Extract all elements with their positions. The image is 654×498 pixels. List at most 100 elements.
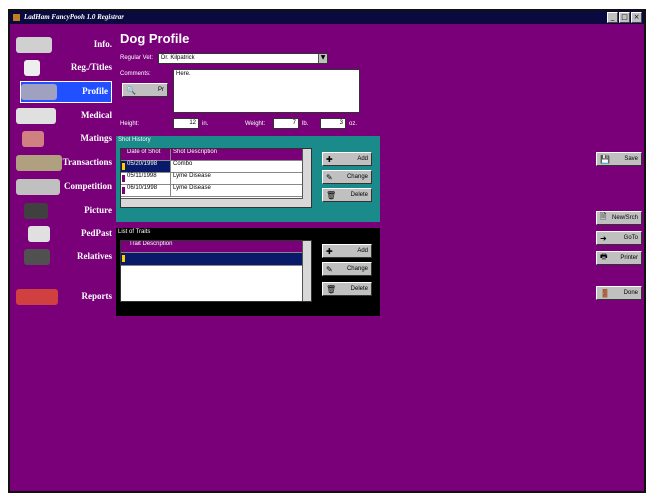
height-input[interactable]: 12 bbox=[173, 118, 199, 129]
nav-label: Reports bbox=[81, 291, 113, 301]
goto-label: GoTo bbox=[623, 235, 638, 241]
goto-button[interactable]: ➜ GoTo bbox=[596, 231, 642, 245]
print-button[interactable]: 🖶 Printer bbox=[596, 251, 642, 265]
close-button[interactable]: × bbox=[631, 12, 642, 23]
nav-label: Matings bbox=[80, 133, 113, 143]
print-label: Printer bbox=[620, 255, 638, 261]
nav-label: Info. bbox=[93, 39, 112, 49]
table-row[interactable]: 06/10/1998 Lyme Disease bbox=[121, 185, 311, 197]
shot-history-grid[interactable]: Date of Shot Shot Description 05/20/1998… bbox=[120, 148, 312, 208]
magnifier-icon: 🔍 bbox=[126, 85, 136, 95]
traits-title: List of Traits bbox=[118, 229, 151, 235]
trash-icon: 🗑 bbox=[326, 190, 337, 200]
height-label: Height: bbox=[120, 121, 140, 127]
trait-column-header: Trait Description bbox=[129, 241, 173, 247]
comments-field[interactable]: Here. bbox=[173, 69, 360, 113]
table-row[interactable]: 05/11/1998 Lyme Disease bbox=[121, 173, 311, 185]
exit-door-icon: 🚪 bbox=[600, 288, 610, 298]
nav-label: Relatives bbox=[77, 251, 112, 261]
nav-item-reports[interactable]: Reports bbox=[16, 287, 112, 307]
shot-date: 05/11/1998 bbox=[121, 173, 171, 184]
relatives-icon bbox=[24, 249, 50, 265]
picture-icon bbox=[24, 203, 48, 219]
nav-item-picture[interactable]: Picture bbox=[16, 201, 112, 221]
nav-item-reg-titles[interactable]: Reg./Titles bbox=[16, 58, 112, 78]
nav-label: Profile bbox=[82, 86, 108, 96]
spell-check-button[interactable]: 🔍 Pr bbox=[122, 83, 168, 97]
reports-icon bbox=[16, 289, 58, 305]
traits-panel: List of Traits Trait Description ✚ Add ✎… bbox=[116, 228, 380, 316]
nav-item-competition[interactable]: Competition bbox=[16, 177, 112, 197]
ribbon-icon bbox=[24, 60, 40, 76]
done-label: Done bbox=[623, 290, 638, 296]
row-marker bbox=[122, 175, 125, 182]
weight-label: Weight: bbox=[245, 121, 266, 127]
nav-label: PedPast bbox=[81, 228, 112, 238]
nav-label: Reg./Titles bbox=[70, 62, 112, 72]
app-window: LadHam FancyPooh 1.0 Registrar _ □ × Inf… bbox=[8, 9, 646, 493]
change-label: Change bbox=[346, 174, 368, 180]
nav-item-profile[interactable]: Profile bbox=[20, 81, 112, 103]
row-pointer-icon bbox=[122, 255, 125, 262]
printer-icon: 🖶 bbox=[600, 252, 608, 261]
traits-grid[interactable]: Trait Description bbox=[120, 240, 312, 302]
save-label: Save bbox=[624, 156, 638, 162]
nav-label: Transactions bbox=[62, 157, 112, 167]
table-row[interactable] bbox=[121, 253, 311, 266]
change-shot-button[interactable]: ✎ Change bbox=[322, 170, 372, 184]
horizontal-scrollbar[interactable] bbox=[121, 198, 303, 207]
hearts-icon bbox=[22, 131, 44, 147]
shot-date: 06/10/1998 bbox=[121, 185, 171, 196]
weight-oz-input[interactable]: 3 bbox=[320, 118, 346, 129]
row-pointer-icon bbox=[122, 163, 125, 170]
change-trait-button[interactable]: ✎ Change bbox=[322, 262, 372, 276]
nav-item-medical[interactable]: Medical bbox=[16, 106, 112, 126]
delete-trait-button[interactable]: 🗑 Delete bbox=[322, 282, 372, 296]
nav-item-relatives[interactable]: Relatives bbox=[16, 247, 112, 267]
add-icon: ✚ bbox=[326, 154, 333, 164]
floppy-icon: 💾 bbox=[600, 154, 610, 164]
add-label: Add bbox=[357, 248, 368, 254]
nav-item-transactions[interactable]: Transactions bbox=[16, 153, 112, 173]
maximize-button[interactable]: □ bbox=[619, 12, 630, 23]
trait-value bbox=[121, 253, 311, 265]
add-trait-button[interactable]: ✚ Add bbox=[322, 244, 372, 258]
description-column-header: Shot Description bbox=[173, 149, 218, 155]
comments-label: Comments: bbox=[120, 71, 151, 77]
shot-history-panel: Shot History Date of Shot Shot Descripti… bbox=[116, 136, 380, 222]
vet-value: Dr. Kilpatrick bbox=[161, 55, 195, 61]
vet-label: Regular Vet: bbox=[120, 55, 154, 61]
table-row[interactable]: 05/20/1998 Combo bbox=[121, 161, 311, 173]
new-icon: 🗎 bbox=[600, 212, 607, 221]
profile-icon bbox=[21, 84, 57, 100]
weight-lbs-input[interactable]: 7 bbox=[273, 118, 299, 129]
shot-description: Lyme Disease bbox=[173, 173, 211, 179]
vet-select[interactable]: Dr. Kilpatrick ▼ bbox=[158, 53, 328, 64]
new-search-button[interactable]: 🗎 New/Srch bbox=[596, 211, 642, 225]
traits-header: Trait Description bbox=[121, 241, 311, 253]
vertical-scrollbar[interactable] bbox=[302, 149, 311, 207]
money-icon bbox=[16, 155, 62, 171]
add-shot-button[interactable]: ✚ Add bbox=[322, 152, 372, 166]
delete-shot-button[interactable]: 🗑 Delete bbox=[322, 188, 372, 202]
done-button[interactable]: 🚪 Done bbox=[596, 286, 642, 300]
save-button[interactable]: 💾 Save bbox=[596, 152, 642, 166]
shot-history-title: Shot History bbox=[118, 137, 151, 143]
minimize-button[interactable]: _ bbox=[607, 12, 618, 23]
app-icon bbox=[13, 14, 20, 21]
vertical-scrollbar[interactable] bbox=[302, 241, 311, 301]
trash-icon: 🗑 bbox=[326, 284, 337, 294]
nav-item-matings[interactable]: Matings bbox=[16, 129, 112, 149]
change-label: Change bbox=[346, 266, 368, 272]
new-search-label: New/Srch bbox=[611, 215, 638, 221]
chevron-down-icon[interactable]: ▼ bbox=[318, 54, 327, 63]
shot-date: 05/20/1998 bbox=[121, 161, 171, 172]
trophy-icon bbox=[16, 179, 60, 195]
weight-lbs-unit: lb. bbox=[302, 121, 309, 127]
row-marker bbox=[122, 187, 125, 194]
info-icon bbox=[16, 37, 52, 53]
nav-item-info[interactable]: Info. bbox=[16, 35, 112, 55]
page-title: Dog Profile bbox=[120, 31, 190, 46]
nav-label: Medical bbox=[81, 110, 112, 120]
nav-item-pedpast[interactable]: PedPast bbox=[16, 224, 112, 244]
